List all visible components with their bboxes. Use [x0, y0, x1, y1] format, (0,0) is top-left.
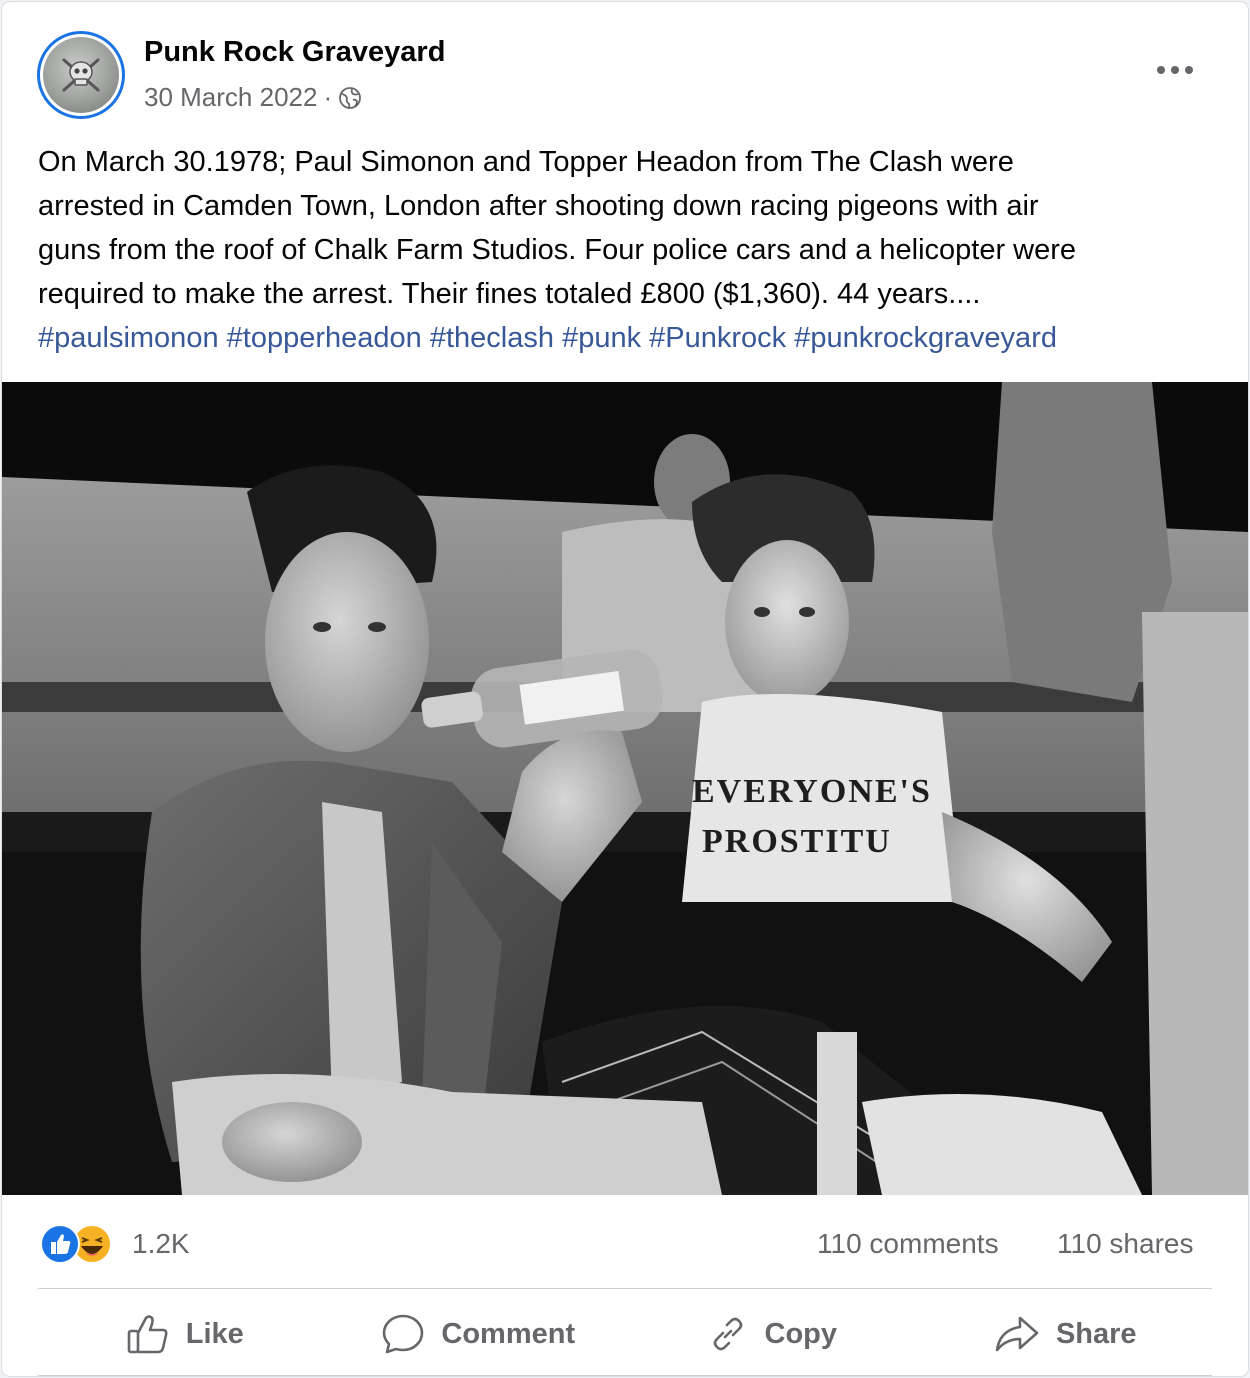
comment-label: Comment	[441, 1317, 576, 1350]
like-icon	[127, 1315, 168, 1354]
post-text-line: required to make the arrest. Their fines…	[38, 278, 981, 310]
hashtag-link[interactable]: #punkrockgraveyard	[794, 322, 1057, 354]
hashtag-link[interactable]: #theclash	[430, 322, 554, 354]
copy-label: Copy	[764, 1317, 838, 1350]
shirt-text-line2: PROSTITU	[702, 823, 892, 860]
photo-illustration: EVERYONE'S PROSTITU	[2, 382, 1248, 1195]
comment-button[interactable]: Comment	[332, 1302, 626, 1366]
hashtag-link[interactable]: #Punkrock	[649, 322, 786, 354]
page-name-link[interactable]: Punk Rock Graveyard	[144, 36, 445, 69]
comments-count[interactable]: 110 comments	[817, 1228, 999, 1260]
share-label: Share	[1055, 1317, 1137, 1350]
shirt-text-line1: EVERYONE'S	[692, 773, 932, 810]
divider	[38, 1375, 1212, 1376]
action-bar: Like Comment Copy Share	[38, 1292, 1212, 1376]
more-options-button[interactable]	[1152, 52, 1198, 88]
page-avatar[interactable]	[37, 31, 125, 119]
like-label: Like	[185, 1317, 244, 1350]
share-icon	[995, 1316, 1039, 1352]
shares-count[interactable]: 110 shares	[1057, 1228, 1193, 1260]
skull-crossbones-icon	[43, 37, 119, 113]
globe-icon	[338, 86, 362, 110]
copy-link-button[interactable]: Copy	[625, 1302, 919, 1366]
post-card: Punk Rock Graveyard 30 March 2022 · On M…	[2, 2, 1248, 1376]
post-date[interactable]: 30 March 2022	[144, 82, 317, 113]
post-text-line: On March 30.1978; Paul Simonon and Toppe…	[38, 146, 1014, 178]
hashtag-link[interactable]: #punk	[562, 322, 641, 354]
more-options-icon	[1157, 66, 1193, 74]
like-reaction-icon	[40, 1224, 80, 1264]
post-meta: 30 March 2022 ·	[144, 82, 362, 113]
post-body: On March 30.1978; Paul Simonon and Toppe…	[38, 140, 1223, 360]
link-icon	[713, 1317, 742, 1351]
hashtag-link[interactable]: #paulsimonon	[38, 322, 219, 354]
reaction-icons[interactable]	[40, 1224, 112, 1264]
meta-separator: ·	[323, 82, 333, 112]
engagement-stats: 1.2K 110 comments 110 shares	[2, 1212, 1248, 1274]
post-text-line: guns from the roof of Chalk Farm Studios…	[38, 234, 1077, 266]
share-button[interactable]: Share	[919, 1302, 1213, 1366]
hashtag-link[interactable]: #topperheadon	[227, 322, 422, 354]
divider	[38, 1288, 1212, 1289]
reaction-count[interactable]: 1.2K	[132, 1228, 190, 1260]
post-header: Punk Rock Graveyard 30 March 2022 ·	[2, 2, 1248, 132]
post-photo[interactable]: EVERYONE'S PROSTITU	[2, 382, 1248, 1195]
like-button[interactable]: Like	[38, 1302, 332, 1366]
hashtag-list: #paulsimonon #topperheadon #theclash #pu…	[38, 316, 1223, 360]
post-text-line: arrested in Camden Town, London after sh…	[38, 190, 1039, 222]
comment-icon	[383, 1314, 424, 1354]
